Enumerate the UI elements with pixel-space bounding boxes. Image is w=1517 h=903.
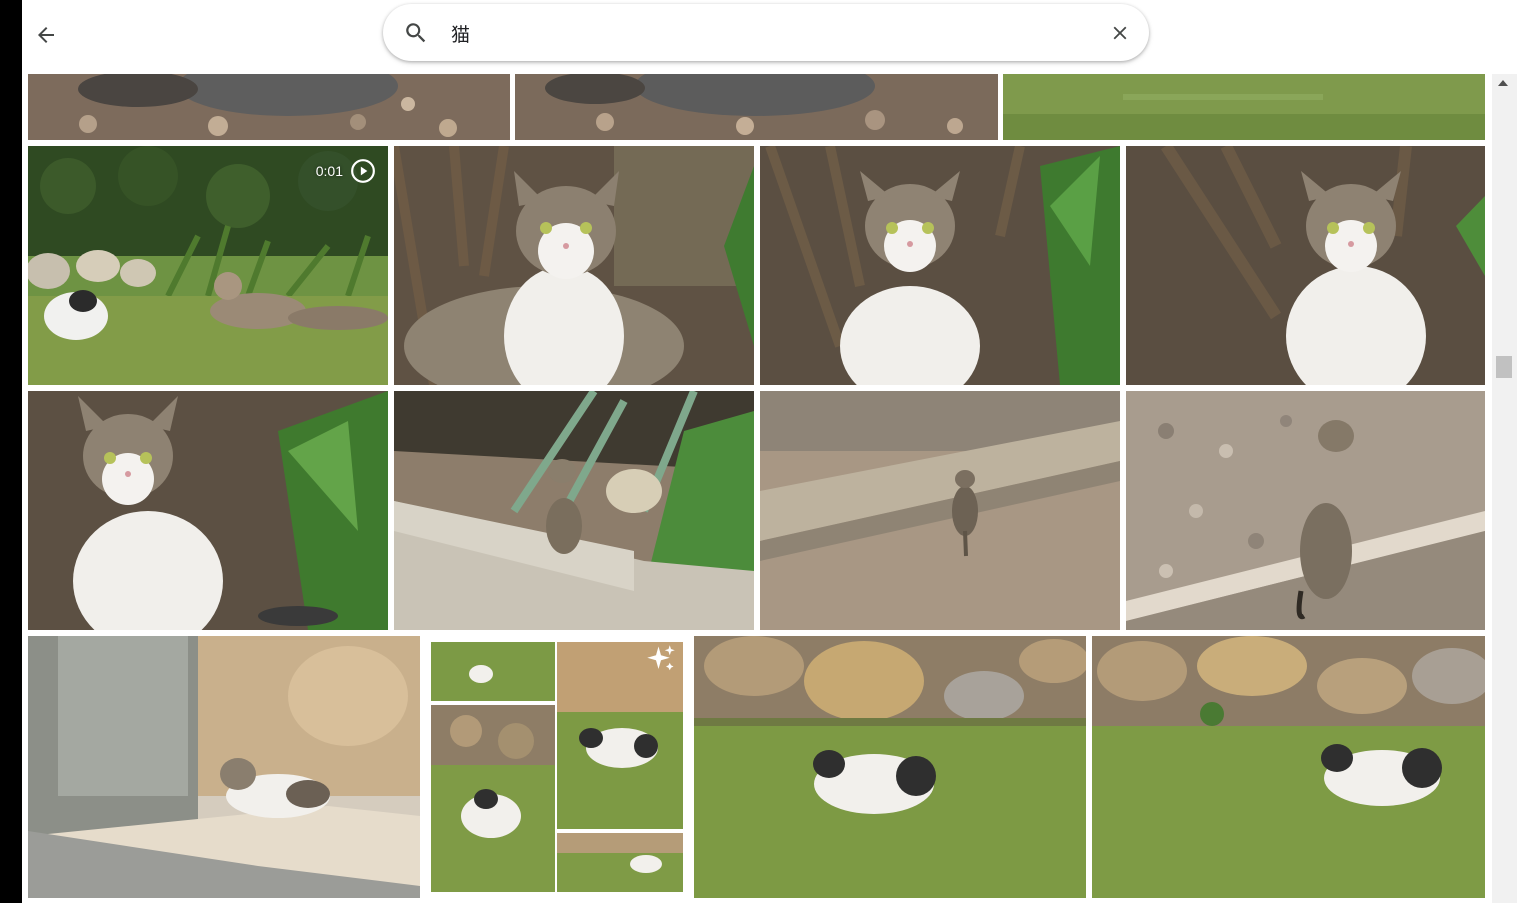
photo-tile[interactable] xyxy=(694,636,1086,898)
search-icon xyxy=(406,23,426,43)
photo-tile[interactable] xyxy=(1126,391,1485,630)
scroll-up-arrow-icon[interactable] xyxy=(1498,80,1508,86)
arrow-left-icon xyxy=(38,27,54,43)
photo-tile[interactable] xyxy=(760,391,1120,630)
vertical-scrollbar[interactable] xyxy=(1492,74,1517,903)
sparkle-icon xyxy=(647,645,675,671)
play-circle-icon xyxy=(351,159,375,183)
photo-tile[interactable] xyxy=(515,74,998,140)
collage-tile[interactable] xyxy=(426,636,689,898)
scrollbar-thumb[interactable] xyxy=(1496,356,1512,378)
photo-tile[interactable] xyxy=(28,391,388,630)
clear-search-button[interactable] xyxy=(1105,18,1135,48)
photo-tile[interactable] xyxy=(1003,74,1485,140)
video-duration: 0:01 xyxy=(315,163,343,179)
video-tile[interactable]: 0:01 xyxy=(28,146,388,385)
search-input[interactable] xyxy=(449,14,1093,52)
app-header xyxy=(22,0,1517,74)
photo-grid: 0:01 xyxy=(22,0,1492,903)
photo-tile[interactable] xyxy=(1126,146,1485,385)
close-icon xyxy=(1113,26,1127,40)
back-button[interactable] xyxy=(28,17,64,53)
photo-tile[interactable] xyxy=(28,636,420,898)
left-edge-bar xyxy=(0,0,22,903)
photo-tile[interactable] xyxy=(760,146,1120,385)
photo-tile[interactable] xyxy=(28,74,510,140)
photo-tile[interactable] xyxy=(394,391,754,630)
photo-tile[interactable] xyxy=(394,146,754,385)
photo-tile[interactable] xyxy=(1092,636,1485,898)
video-duration-badge: 0:01 xyxy=(316,158,376,184)
search-bar[interactable] xyxy=(383,4,1149,61)
